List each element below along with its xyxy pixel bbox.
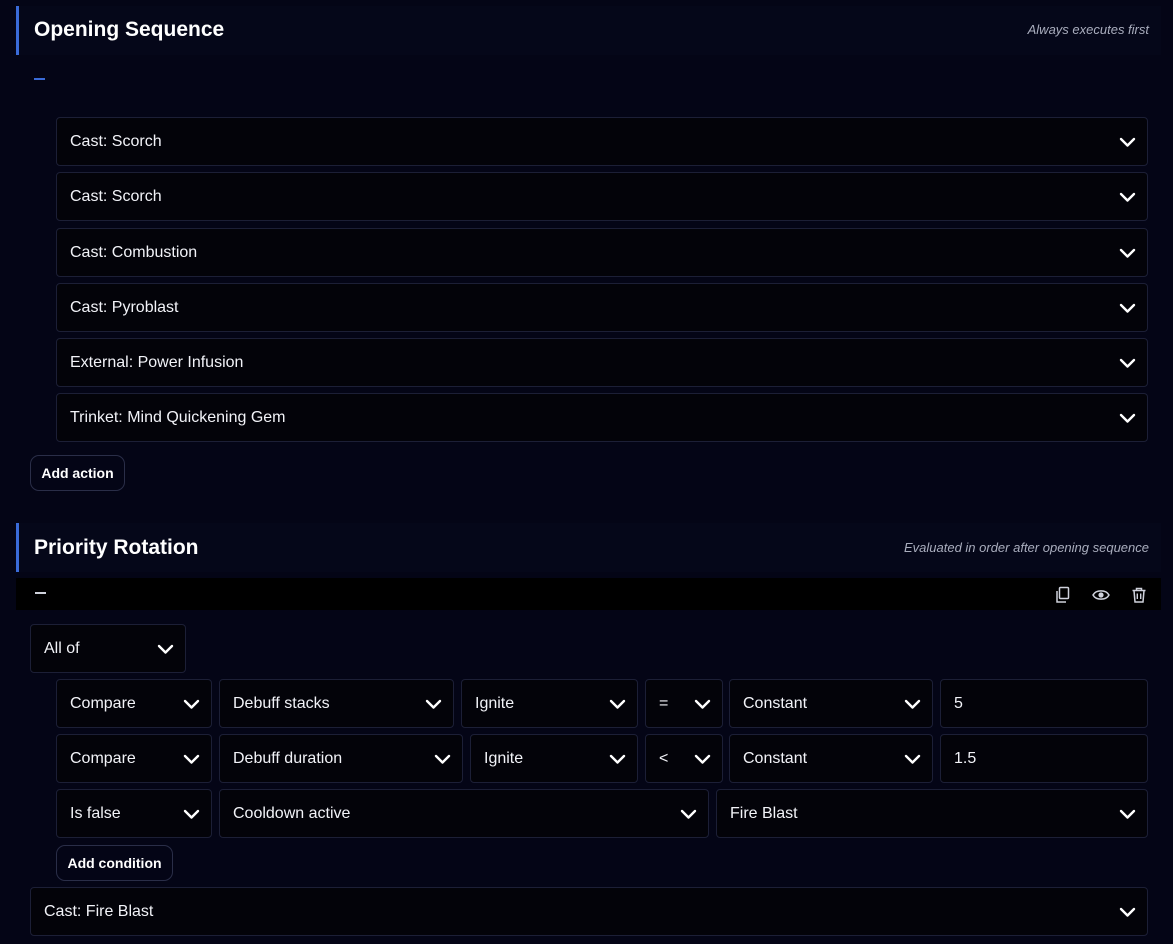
chevron-down-icon [609,754,626,765]
chevron-down-icon [1119,358,1136,369]
metric-select[interactable]: Cooldown active [219,789,709,838]
chevron-down-icon [1119,248,1136,259]
chevron-down-icon [183,754,200,765]
target-select[interactable]: Ignite [470,734,638,783]
priority-rotation-header: Priority Rotation Evaluated in order aft… [16,523,1161,572]
chevron-down-icon [609,699,626,710]
select-value: Cooldown active [233,804,351,822]
chevron-down-icon [904,754,921,765]
chevron-down-icon [434,754,451,765]
action-row[interactable]: Cast: Pyroblast [56,283,1148,332]
rule-toolbar [16,578,1161,610]
action-label: Trinket: Mind Quickening Gem [70,408,286,426]
logic-label: All of [44,639,80,657]
opening-sequence-subtitle: Always executes first [1027,22,1149,37]
metric-select[interactable]: Debuff stacks [219,679,454,728]
select-value: Is false [70,804,121,822]
chevron-down-icon [1119,907,1136,918]
condition-type-select[interactable]: Compare [56,679,212,728]
condition-type-select[interactable]: Is false [56,789,212,838]
add-condition-button[interactable]: Add condition [56,845,173,881]
priority-rotation-subtitle: Evaluated in order after opening sequenc… [903,540,1149,555]
copy-icon[interactable] [1054,586,1072,604]
add-action-button[interactable]: Add action [30,455,125,491]
select-value: Fire Blast [730,804,798,822]
select-value: Ignite [484,749,524,767]
select-value: Ignite [475,694,515,712]
chevron-down-icon [425,699,442,710]
target-select[interactable]: Fire Blast [716,789,1148,838]
select-value: Compare [70,694,136,712]
operator-select[interactable]: < [645,734,723,783]
priority-rotation-title: Priority Rotation [34,536,199,559]
trash-icon[interactable] [1130,586,1148,604]
chevron-down-icon [1119,413,1136,424]
action-row[interactable]: Cast: Scorch [56,117,1148,166]
opening-sequence-title: Opening Sequence [34,18,225,41]
source-select[interactable]: Constant [729,679,933,728]
source-select[interactable]: Constant [729,734,933,783]
select-value: Debuff duration [233,749,343,767]
value-input[interactable]: 5 [940,679,1148,728]
select-value: Constant [743,749,808,767]
target-select[interactable]: Ignite [461,679,638,728]
chevron-down-icon [1119,303,1136,314]
chevron-down-icon [183,699,200,710]
chevron-down-icon [694,699,711,710]
action-label: Cast: Scorch [70,187,162,205]
eye-icon[interactable] [1092,586,1110,604]
operator-select[interactable]: = [645,679,723,728]
select-value: Compare [70,749,136,767]
chevron-down-icon [1119,809,1136,820]
action-row[interactable]: Cast: Scorch [56,172,1148,221]
chevron-down-icon [157,644,174,655]
chevron-down-icon [1119,192,1136,203]
logic-select[interactable]: All of [30,624,186,673]
minus-icon[interactable] [35,592,46,594]
chevron-down-icon [694,754,711,765]
action-label: Cast: Combustion [70,243,198,261]
opening-sequence-header: Opening Sequence Always executes first [16,6,1161,55]
rule-action-select[interactable]: Cast: Fire Blast [30,887,1148,936]
chevron-down-icon [904,699,921,710]
action-label: Cast: Scorch [70,132,162,150]
action-label: Cast: Pyroblast [70,298,179,316]
chevron-down-icon [680,809,697,820]
action-row[interactable]: Trinket: Mind Quickening Gem [56,393,1148,442]
select-value: Constant [743,694,808,712]
condition-type-select[interactable]: Compare [56,734,212,783]
action-row[interactable]: External: Power Infusion [56,338,1148,387]
minus-icon[interactable] [34,78,45,80]
action-row[interactable]: Cast: Combustion [56,228,1148,277]
value-input[interactable]: 1.5 [940,734,1148,783]
select-value: = [659,694,669,712]
select-value: Debuff stacks [233,694,330,712]
chevron-down-icon [1119,137,1136,148]
metric-select[interactable]: Debuff duration [219,734,463,783]
action-label: External: Power Infusion [70,353,244,371]
action-label: Cast: Fire Blast [44,902,154,920]
chevron-down-icon [183,809,200,820]
select-value: < [659,749,669,767]
